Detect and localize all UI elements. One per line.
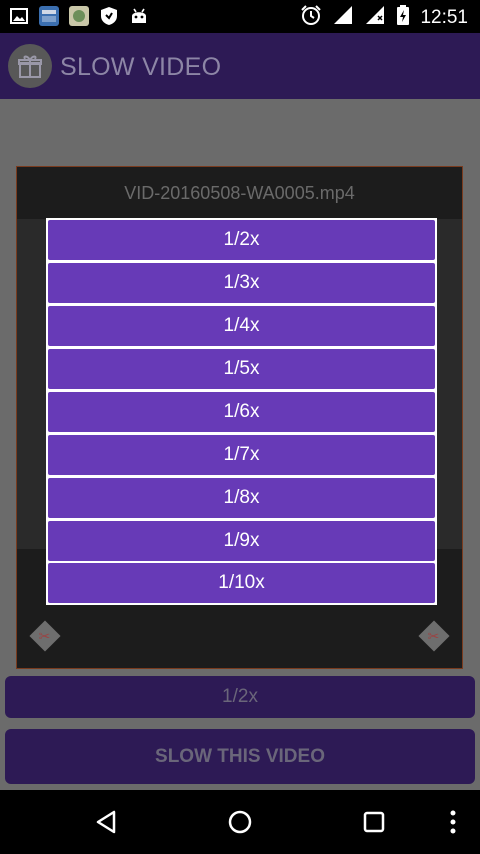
battery-icon — [396, 4, 410, 31]
signal-icon — [332, 4, 354, 31]
recent-apps-icon[interactable] — [360, 808, 388, 841]
app-thumb-icon-2 — [68, 5, 90, 27]
home-icon[interactable] — [226, 808, 254, 841]
slow-video-button[interactable]: SLOW THIS VIDEO — [5, 729, 475, 784]
speed-option[interactable]: 1/9x — [48, 521, 435, 561]
speed-option[interactable]: 1/2x — [48, 220, 435, 260]
speed-popup: 1/2x 1/3x 1/4x 1/5x 1/6x 1/7x 1/8x 1/9x … — [46, 218, 437, 605]
scissors-icon: ✂ — [428, 627, 440, 644]
signal-icon-2 — [364, 4, 386, 31]
speed-option[interactable]: 1/4x — [48, 306, 435, 346]
speed-option[interactable]: 1/5x — [48, 349, 435, 389]
status-bar: 12:51 — [0, 0, 480, 33]
navigation-bar — [0, 790, 480, 854]
speed-option[interactable]: 1/3x — [48, 263, 435, 303]
image-icon — [8, 5, 30, 27]
overflow-menu-icon[interactable] — [443, 808, 463, 841]
app-thumb-icon — [38, 5, 60, 27]
speed-option[interactable]: 1/7x — [48, 435, 435, 475]
trim-start-handle[interactable]: ✂ — [29, 620, 61, 652]
gift-icon[interactable] — [8, 44, 52, 88]
shield-icon — [98, 5, 120, 27]
app-title: SLOW VIDEO — [60, 53, 222, 81]
alarm-icon — [300, 4, 322, 31]
app-bar: SLOW VIDEO — [0, 33, 480, 99]
android-icon — [128, 5, 150, 27]
back-icon[interactable] — [93, 808, 121, 841]
speed-option[interactable]: 1/10x — [48, 563, 435, 603]
trim-end-handle[interactable]: ✂ — [418, 620, 450, 652]
speed-option[interactable]: 1/8x — [48, 478, 435, 518]
scissors-icon: ✂ — [39, 627, 51, 644]
status-time: 12:51 — [420, 6, 468, 28]
speed-option[interactable]: 1/6x — [48, 392, 435, 432]
video-filename: VID-20160508-WA0005.mp4 — [124, 183, 355, 203]
speed-selector[interactable]: 1/2x — [5, 676, 475, 718]
status-left-icons — [8, 5, 150, 27]
status-right-icons: 12:51 — [300, 4, 468, 31]
